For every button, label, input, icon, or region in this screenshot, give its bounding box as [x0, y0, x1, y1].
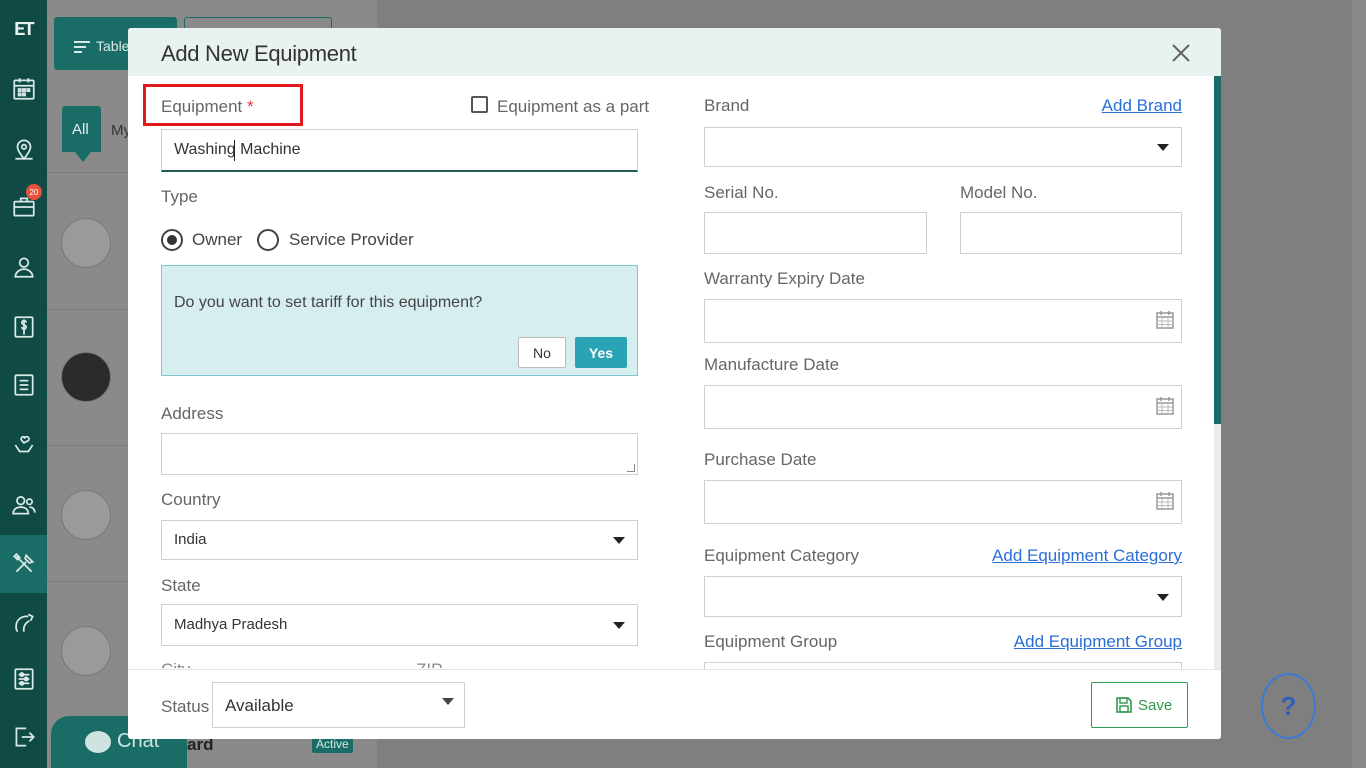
chevron-down-icon: [613, 537, 625, 544]
warranty-date-input[interactable]: [704, 299, 1182, 343]
modal-scrollbar-track[interactable]: [1214, 424, 1221, 669]
brand-label: Brand: [704, 96, 750, 115]
modal-scrollbar-thumb[interactable]: [1214, 76, 1221, 424]
logout-icon[interactable]: [0, 708, 47, 766]
calendar-icon[interactable]: [1155, 310, 1175, 330]
add-equipment-group-link[interactable]: Add Equipment Group: [1014, 632, 1182, 652]
chevron-down-icon: [1157, 144, 1169, 151]
equipment-thumbnail[interactable]: [61, 218, 111, 268]
table-view-label: Table: [96, 38, 130, 54]
model-no-label: Model No.: [960, 183, 1038, 202]
save-icon: [1116, 697, 1132, 713]
equipment-thumbnail[interactable]: [61, 626, 111, 676]
page-scrollbar[interactable]: [1352, 0, 1366, 768]
state-value: Madhya Pradesh: [174, 616, 288, 633]
status-value: Available: [225, 696, 294, 715]
serial-no-label: Serial No.: [704, 183, 779, 202]
service-provider-label: Service Provider: [289, 230, 414, 249]
equipment-thumbnail[interactable]: [61, 352, 111, 402]
briefcase-icon[interactable]: 20: [0, 178, 47, 236]
equipment-category-select[interactable]: [704, 576, 1182, 617]
owner-radio[interactable]: [161, 229, 183, 251]
dollar-icon[interactable]: [0, 298, 47, 356]
equipment-category-label: Equipment Category: [704, 546, 859, 565]
serial-no-input[interactable]: [704, 212, 927, 254]
modal-header: Add New Equipment: [128, 28, 1221, 76]
equipment-thumbnail[interactable]: [61, 490, 111, 540]
users-icon[interactable]: [0, 476, 47, 534]
user-icon[interactable]: [0, 238, 47, 296]
calendar-icon[interactable]: [1155, 491, 1175, 511]
tools-icon[interactable]: [0, 535, 47, 593]
chevron-down-icon: [613, 622, 625, 629]
list-icon[interactable]: [0, 356, 47, 414]
notification-badge: 20: [26, 184, 42, 200]
add-brand-link[interactable]: Add Brand: [1102, 96, 1182, 116]
manufacture-date-label: Manufacture Date: [704, 355, 840, 374]
equipment-input-value: Washing Machine: [174, 141, 301, 158]
purchase-date-input[interactable]: [704, 480, 1182, 524]
service-provider-radio[interactable]: [257, 229, 279, 251]
contract-icon[interactable]: [0, 594, 47, 652]
country-label: Country: [161, 490, 221, 509]
app-logo[interactable]: ET: [0, 0, 47, 60]
country-select[interactable]: India: [161, 520, 638, 560]
purchase-date-label: Purchase Date: [704, 450, 817, 469]
address-label: Address: [161, 404, 224, 423]
owner-label: Owner: [192, 230, 243, 249]
warranty-date-label: Warranty Expiry Date: [704, 269, 865, 288]
modal-title: Add New Equipment: [161, 41, 357, 66]
type-label: Type: [161, 187, 198, 206]
calendar-icon[interactable]: [1155, 396, 1175, 416]
country-value: India: [174, 531, 207, 548]
manufacture-date-input[interactable]: [704, 385, 1182, 429]
map-pin-icon[interactable]: [0, 120, 47, 178]
settings-sliders-icon[interactable]: [0, 650, 47, 708]
equipment-input[interactable]: Washing Machine: [161, 129, 638, 172]
list-lines-icon: [74, 41, 90, 56]
modal-footer: Status Available Save: [128, 669, 1221, 739]
equipment-as-part-checkbox[interactable]: [471, 96, 488, 113]
chevron-down-icon: [1157, 594, 1169, 601]
equipment-as-part-label: Equipment as a part: [497, 97, 650, 116]
add-equipment-category-link[interactable]: Add Equipment Category: [992, 546, 1182, 566]
calendar-icon[interactable]: [0, 60, 47, 118]
chat-bubble-icon: [85, 731, 111, 753]
equipment-label: Equipment *: [161, 97, 254, 116]
status-select[interactable]: Available: [212, 682, 465, 728]
address-field[interactable]: [161, 433, 638, 475]
state-select[interactable]: Madhya Pradesh: [161, 604, 638, 646]
save-button[interactable]: Save: [1091, 682, 1188, 728]
status-label: Status: [161, 697, 210, 716]
add-equipment-modal: Add New Equipment Equipment * Equipment …: [128, 28, 1221, 739]
tariff-no-button[interactable]: No: [518, 337, 566, 368]
save-label: Save: [1138, 697, 1173, 714]
model-no-input[interactable]: [960, 212, 1182, 254]
tab-all[interactable]: All: [62, 106, 101, 162]
text-cursor: [234, 140, 235, 161]
equipment-group-label: Equipment Group: [704, 632, 838, 651]
tariff-question: Do you want to set tariff for this equip…: [174, 294, 483, 311]
help-button[interactable]: ?: [1261, 673, 1316, 739]
resize-grip-icon[interactable]: [627, 464, 635, 472]
heart-hands-icon[interactable]: [0, 416, 47, 474]
brand-select[interactable]: [704, 127, 1182, 167]
required-mark: *: [247, 97, 254, 116]
tariff-prompt: Do you want to set tariff for this equip…: [161, 265, 638, 376]
sidebar: ET 20: [0, 0, 47, 768]
tariff-yes-button[interactable]: Yes: [575, 337, 627, 368]
close-icon[interactable]: [1171, 43, 1191, 63]
chevron-down-icon: [442, 698, 454, 705]
state-label: State: [161, 576, 201, 595]
